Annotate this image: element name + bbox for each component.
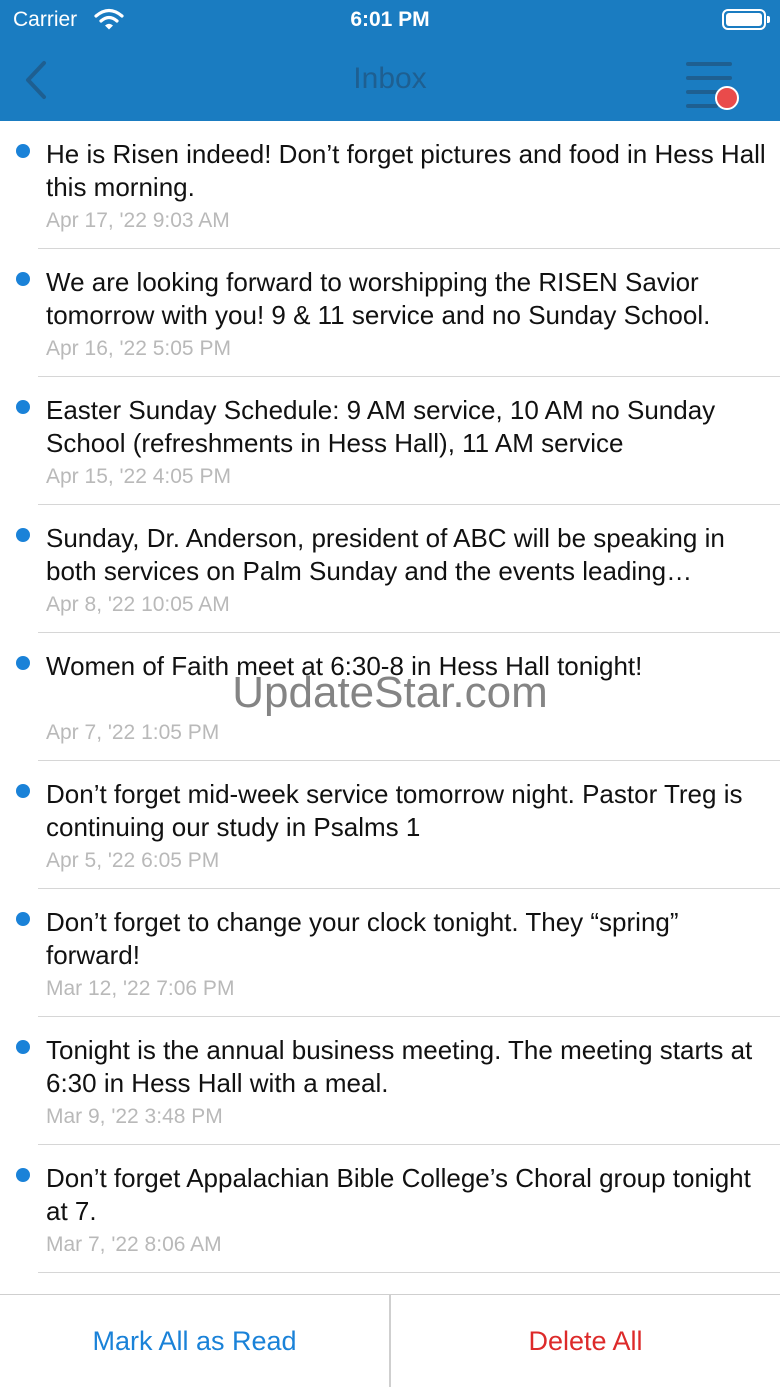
message-item[interactable]: Don’t forget mid-week service tomorrow n… (0, 761, 780, 889)
message-date: Mar 7, '22 8:06 AM (46, 1233, 222, 1256)
unread-dot-icon (16, 272, 30, 286)
unread-dot-icon (16, 144, 30, 158)
message-item[interactable]: Don’t forget Appalachian Bible College’s… (0, 1145, 780, 1273)
bottom-toolbar: Mark All as Read Delete All (0, 1294, 780, 1387)
message-date: Mar 12, '22 7:06 PM (46, 977, 235, 1000)
message-text: He is Risen indeed! Don’t forget picture… (46, 139, 766, 202)
unread-dot-icon (16, 400, 30, 414)
message-text: Don’t forget to change your clock tonigh… (46, 907, 679, 970)
message-date: Apr 8, '22 10:05 AM (46, 593, 230, 616)
clock: 6:01 PM (350, 8, 430, 31)
message-text: Don’t forget mid-week service tomorrow n… (46, 779, 743, 842)
unread-dot-icon (16, 784, 30, 798)
unread-dot-icon (16, 656, 30, 670)
message-text: Tonight is the annual business meeting. … (46, 1035, 753, 1098)
nav-bar: Carrier 6:01 PM Inbox (0, 0, 780, 121)
notification-badge (715, 86, 739, 110)
message-date: Mar 9, '22 3:48 PM (46, 1105, 223, 1128)
page-title: Inbox (353, 62, 427, 95)
unread-dot-icon (16, 912, 30, 926)
delete-all-button[interactable]: Delete All (391, 1295, 780, 1387)
chevron-left-icon (26, 61, 46, 99)
message-text: Don’t forget Appalachian Bible College’s… (46, 1163, 751, 1226)
message-item[interactable]: Women of Faith meet at 6:30-8 in Hess Ha… (0, 633, 780, 761)
back-button[interactable] (18, 58, 58, 102)
unread-dot-icon (16, 1168, 30, 1182)
battery-icon (722, 9, 770, 30)
message-date: Apr 7, '22 1:05 PM (46, 721, 220, 744)
message-item[interactable]: Tonight is the annual business meeting. … (0, 1017, 780, 1145)
unread-dot-icon (16, 528, 30, 542)
message-text: Sunday, Dr. Anderson, president of ABC w… (46, 523, 725, 586)
message-date: Apr 5, '22 6:05 PM (46, 849, 220, 872)
message-text: Women of Faith meet at 6:30-8 in Hess Ha… (46, 651, 643, 681)
message-item[interactable]: We are looking forward to worshipping th… (0, 249, 780, 377)
message-item[interactable]: He is Risen indeed! Don’t forget picture… (0, 121, 780, 249)
message-date: Apr 15, '22 4:05 PM (46, 465, 231, 488)
message-date: Apr 16, '22 5:05 PM (46, 337, 231, 360)
message-list: He is Risen indeed! Don’t forget picture… (0, 121, 780, 1273)
message-date: Apr 17, '22 9:03 AM (46, 209, 230, 232)
menu-button[interactable] (678, 56, 746, 114)
message-text: We are looking forward to worshipping th… (46, 267, 711, 330)
message-item[interactable]: Sunday, Dr. Anderson, president of ABC w… (0, 505, 780, 633)
unread-dot-icon (16, 1040, 30, 1054)
message-item[interactable]: Don’t forget to change your clock tonigh… (0, 889, 780, 1017)
message-text: Easter Sunday Schedule: 9 AM service, 10… (46, 395, 716, 458)
status-bar: Carrier 6:01 PM (0, 0, 780, 40)
message-item[interactable]: Easter Sunday Schedule: 9 AM service, 10… (0, 377, 780, 505)
mark-all-read-button[interactable]: Mark All as Read (0, 1295, 389, 1387)
